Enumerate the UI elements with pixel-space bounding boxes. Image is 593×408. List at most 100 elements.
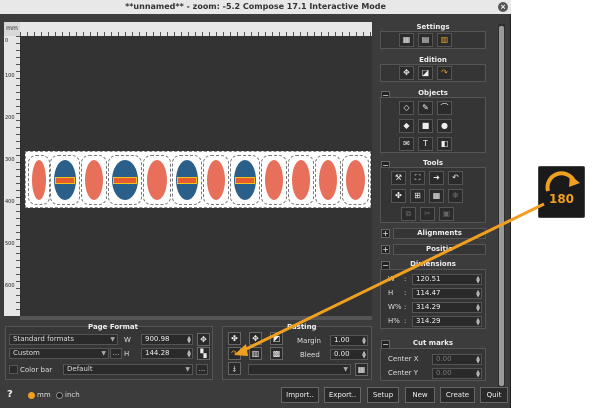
paste-diagonal-icon[interactable]: ◩	[270, 332, 283, 345]
center-x-field[interactable]: 0.00 ▲ ▼	[432, 354, 482, 365]
sticker[interactable]	[81, 155, 107, 205]
create-button[interactable]: Create	[440, 387, 475, 403]
undo-icon[interactable]: ↶	[448, 171, 463, 185]
hp-label: H%	[388, 317, 400, 325]
spinner-icon[interactable]: ▲ ▼	[476, 304, 480, 313]
rotate-icon[interactable]: ↷	[437, 66, 452, 80]
frame-icon[interactable]: ⛶	[410, 171, 425, 185]
paste-settings-icon[interactable]: ▦	[355, 363, 368, 376]
quit-button[interactable]: Quit	[480, 387, 508, 403]
grid-layout-icon[interactable]: ▦	[429, 189, 444, 203]
margin-field[interactable]: 1.00 ▲ ▼	[330, 335, 368, 346]
color-bar-select[interactable]: Default ▼	[63, 364, 193, 375]
bleed-text: Bleed	[300, 351, 320, 359]
fit-page-icon[interactable]: ✥	[197, 333, 210, 346]
shape-tool-icon[interactable]: ◆	[399, 119, 414, 133]
scroll-thumb[interactable]	[499, 26, 504, 386]
setup-button[interactable]: Setup	[367, 387, 399, 403]
page-height-field[interactable]: 144.28 ▲ ▼	[141, 348, 193, 359]
distribute-icon[interactable]: ❋	[448, 189, 463, 203]
position-expand-button[interactable]: +	[381, 245, 390, 254]
arrange-icon[interactable]: ⊞	[410, 189, 425, 203]
rotate-180-icon[interactable]: ↷	[228, 347, 241, 360]
pen-tool-icon[interactable]: ✎	[418, 101, 433, 115]
chart-icon[interactable]: ▥	[249, 347, 262, 360]
ruler-tick: 300	[5, 157, 15, 163]
grid-icon[interactable]: ▦	[399, 33, 414, 47]
page-width-field[interactable]: 900.98 ▲ ▼	[141, 334, 193, 345]
formats-select[interactable]: Standard formats ▼	[9, 334, 118, 345]
sticker[interactable]	[108, 155, 142, 205]
copy-icon[interactable]: ⧉	[401, 207, 416, 221]
pasting-select[interactable]: ▼	[248, 364, 351, 375]
sticker[interactable]	[28, 155, 50, 205]
paste-icon[interactable]: ▣	[439, 207, 454, 221]
close-icon[interactable]: ×	[498, 2, 508, 12]
vertical-scrollbar[interactable]	[498, 24, 505, 398]
position-header[interactable]: Positio	[393, 244, 486, 255]
ellipse-tool-icon[interactable]: ●	[437, 119, 452, 133]
height-percent-field[interactable]: 314.29 ▲ ▼	[412, 316, 482, 327]
cut-icon[interactable]: ✂	[420, 207, 435, 221]
new-button[interactable]: New	[405, 387, 435, 403]
wrench-icon[interactable]: ⚒	[391, 171, 406, 185]
paste-arrange-icon[interactable]: ✥	[249, 332, 262, 345]
import-button[interactable]: Import..	[281, 387, 319, 403]
sticker[interactable]	[342, 155, 369, 205]
artboard[interactable]	[25, 151, 371, 208]
export-button[interactable]: Export..	[324, 387, 361, 403]
no-cut-icon[interactable]: ▩	[270, 347, 283, 360]
height-field[interactable]: 114.47 ▲ ▼	[412, 288, 482, 299]
page-settings-icon[interactable]: ▤	[418, 33, 433, 47]
custom-more-button[interactable]: ...	[110, 348, 122, 359]
sticker[interactable]	[203, 155, 229, 205]
width-field[interactable]: 120.51 ▲ ▼	[412, 274, 482, 285]
text-tool-icon[interactable]: T	[418, 137, 433, 151]
sticker[interactable]	[230, 155, 260, 205]
spinner-icon[interactable]: ▲ ▼	[476, 356, 480, 365]
spinner-icon[interactable]: ▲ ▼	[476, 318, 480, 327]
spinner-icon[interactable]: ▲ ▼	[476, 370, 480, 379]
custom-select[interactable]: Custom ▼	[9, 348, 109, 359]
rectangle-tool-icon[interactable]: ■	[418, 119, 433, 133]
auto-paste-icon[interactable]: ✤	[228, 332, 241, 345]
fit-icon[interactable]: ◪	[418, 66, 433, 80]
gradient-tool-icon[interactable]: ◧	[437, 137, 452, 151]
window-title: **unnamed** - zoom: -5.2 Compose 17.1 In…	[125, 2, 386, 11]
spinner-icon[interactable]: ▲ ▼	[362, 351, 366, 360]
color-bar-more-button[interactable]: ...	[196, 364, 208, 375]
spinner-icon[interactable]: ▲ ▼	[187, 336, 191, 345]
width-percent-field[interactable]: 314.29 ▲ ▼	[412, 302, 482, 313]
alignments-header[interactable]: Alignments	[393, 228, 486, 239]
arrow-right-icon[interactable]: ➜	[429, 171, 444, 185]
vertical-ruler: 0 100 200 300 400 500 600	[4, 36, 20, 316]
unit-mm-radio[interactable]	[28, 392, 35, 399]
wp-label: W%	[388, 303, 402, 311]
layout-settings-icon[interactable]: ▥	[437, 33, 452, 47]
spinner-icon[interactable]: ▲ ▼	[187, 350, 191, 359]
sticker[interactable]	[288, 155, 314, 205]
spinner-icon[interactable]: ▲ ▼	[476, 290, 480, 299]
shrink-icon[interactable]: ✥	[399, 66, 414, 80]
curve-tool-icon[interactable]: ⌒	[437, 101, 452, 115]
spinner-icon[interactable]: ▲ ▼	[362, 337, 366, 346]
puzzle-icon[interactable]: ✤	[391, 189, 406, 203]
node-tool-icon[interactable]: ◇	[399, 101, 414, 115]
unit-inch-radio[interactable]	[56, 392, 63, 399]
help-button[interactable]: ?	[7, 389, 13, 400]
orientation-icon[interactable]: ▚	[197, 347, 210, 360]
sticker[interactable]	[143, 155, 171, 205]
sticker[interactable]	[50, 155, 80, 205]
bleed-field[interactable]: 0.00 ▲ ▼	[330, 349, 368, 360]
sticker[interactable]	[261, 155, 287, 205]
center-y-field[interactable]: 0.00 ▲ ▼	[432, 368, 482, 379]
sticker[interactable]	[172, 155, 202, 205]
spinner-icon[interactable]: ▲ ▼	[476, 276, 480, 285]
horizontal-scrollbar[interactable]	[20, 316, 372, 320]
sticker[interactable]	[315, 155, 341, 205]
envelope-tool-icon[interactable]: ✉	[399, 137, 414, 151]
color-bar-checkbox[interactable]	[9, 365, 18, 374]
margin-value: 1.00	[334, 336, 350, 344]
text-orientation-icon[interactable]: ⤈	[228, 362, 241, 375]
alignments-expand-button[interactable]: +	[381, 229, 390, 238]
